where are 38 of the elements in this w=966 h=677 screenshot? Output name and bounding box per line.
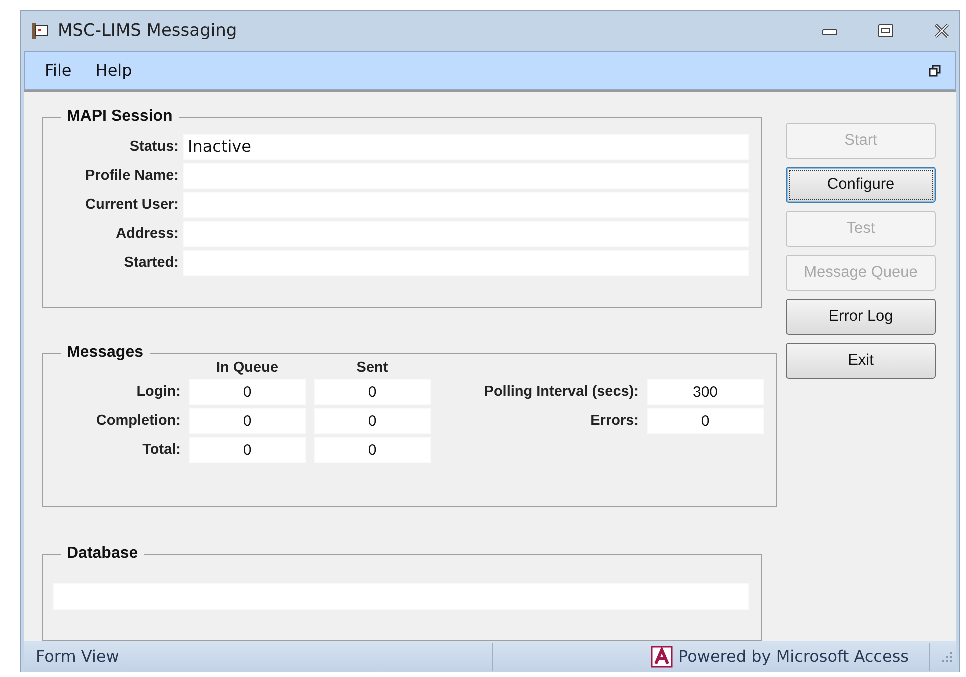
count-field[interactable]: 0	[189, 437, 306, 464]
column-header: In Queue	[216, 360, 279, 376]
field-label: Errors:	[590, 413, 639, 430]
text-field[interactable]: Inactive	[183, 134, 749, 160]
row-label: Login:	[136, 384, 181, 400]
field-label: Current User:	[84, 196, 180, 213]
group-title: Database	[66, 545, 140, 564]
field-label: Status:	[128, 138, 180, 155]
window-title: MSC-LIMS Messaging	[58, 20, 238, 41]
text-field[interactable]: 0	[647, 408, 764, 434]
group-title: Messages	[66, 344, 144, 362]
app-icon	[30, 20, 50, 41]
status-text: Form View	[36, 647, 120, 666]
command-button[interactable]: Exit	[786, 343, 936, 380]
menu-item[interactable]: Help	[96, 61, 132, 80]
field-label: Address:	[115, 226, 180, 242]
row-label: Completion:	[95, 413, 181, 430]
count-field[interactable]: 0	[314, 408, 431, 434]
group-title: MAPI Session	[66, 108, 174, 126]
field-label: Polling Interval (secs):	[483, 384, 639, 400]
access-logo-icon	[650, 646, 672, 668]
restore-icon[interactable]	[929, 64, 941, 77]
field-label: Started:	[123, 254, 180, 271]
row-label: Total:	[142, 442, 181, 458]
column-header: Sent	[356, 360, 388, 376]
count-field[interactable]: 0	[314, 379, 431, 406]
maximize-icon[interactable]	[878, 24, 894, 38]
menu-item[interactable]: File	[45, 61, 72, 80]
resize-grip-icon[interactable]	[940, 650, 954, 664]
text-field[interactable]: 300	[647, 379, 764, 406]
count-field[interactable]: 0	[189, 379, 306, 406]
status-text: Powered by Microsoft Access	[678, 647, 909, 666]
close-icon[interactable]	[934, 24, 950, 38]
count-field[interactable]: 0	[189, 408, 306, 434]
command-button[interactable]: Configure	[786, 167, 936, 204]
command-button[interactable]: Error Log	[786, 299, 936, 336]
count-field[interactable]: 0	[314, 437, 431, 464]
field-label: Profile Name:	[84, 168, 180, 184]
